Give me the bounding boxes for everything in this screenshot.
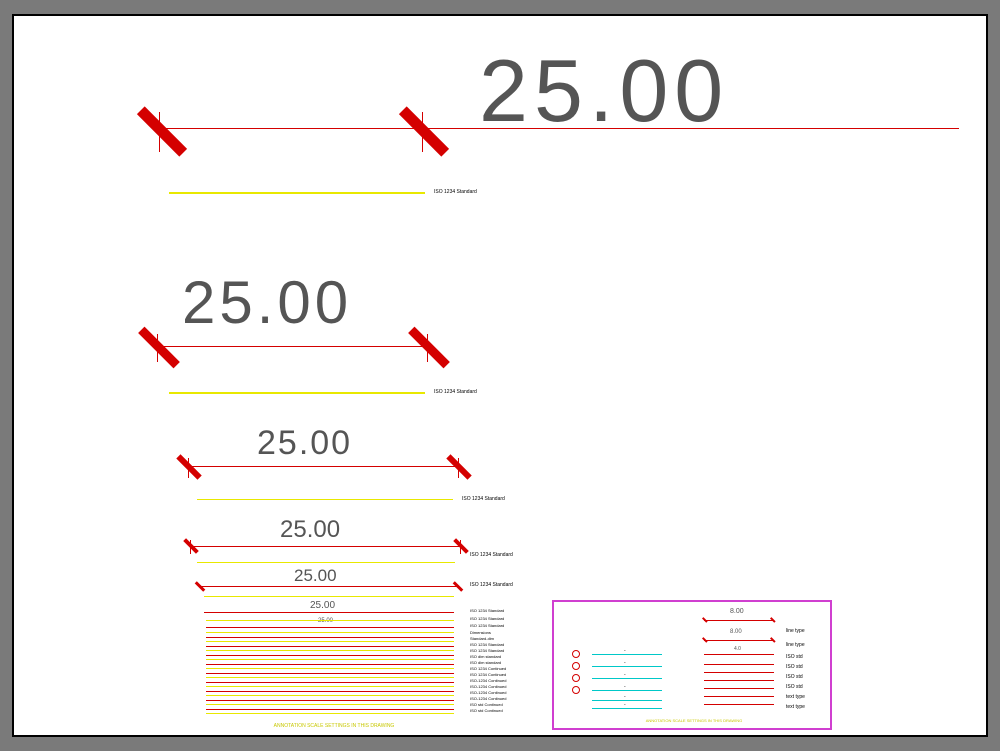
leg-dim2-line: [704, 640, 774, 641]
ref-line-6y: [204, 596, 454, 597]
ref-line-5y: [197, 562, 455, 563]
stack-label-15: ISO std Continued: [470, 708, 503, 713]
dim5-line: [200, 586, 458, 587]
dim1-value: 25.00: [479, 40, 729, 142]
dim3-line: [188, 466, 460, 467]
ref-label-3: ISO 1234 Standard: [462, 496, 505, 502]
leg-l-5: -: [624, 702, 626, 708]
ref-label-1: ISO 1234 Standard: [434, 189, 477, 195]
leg-badge-0: [572, 650, 580, 658]
legend-box: 8.00 8.00 4.0 line type line type ISO st…: [552, 600, 832, 730]
stack-label-3: Standard-dim: [470, 636, 494, 641]
dim3-tick-right: [446, 454, 471, 479]
leg-dim3-line: [704, 654, 774, 655]
dim7-value: 25.00: [318, 618, 333, 624]
ref-label-6: ISO 1234 Standard: [470, 608, 504, 613]
leg-dim1-line: [704, 620, 774, 621]
stack-label-12: ISO-1234 Continued: [470, 690, 506, 695]
stack-label-7: ISO dim standard: [470, 660, 501, 665]
leg-badge-1: [572, 662, 580, 670]
leg-r-7: text type: [786, 704, 805, 710]
stack-label-9: ISO 1234 Continued: [470, 672, 506, 677]
dim6-value: 25.00: [310, 600, 335, 611]
stack-label-14: ISO std Continued: [470, 702, 503, 707]
leg-dim2-text: 8.00: [730, 629, 742, 635]
footer-text: ANNOTATION SCALE SETTINGS IN THIS DRAWIN…: [254, 723, 414, 729]
stack-label-4: ISO 1234 Standard: [470, 642, 504, 647]
ref-line-1: [169, 192, 425, 194]
dim1-tick-right: [399, 106, 449, 156]
dim4-value: 25.00: [280, 516, 340, 544]
stack-label-0: ISO 1234 Standard: [470, 616, 504, 621]
ref-line-3: [197, 499, 453, 500]
leg-r-1: line type: [786, 642, 805, 648]
dim2-value: 25.00: [182, 268, 352, 337]
leg-r-6: text type: [786, 694, 805, 700]
leg-badge-2: [572, 674, 580, 682]
drawing-canvas: 25.00 ISO 1234 Standard 25.00 ISO 1234 S…: [12, 14, 988, 737]
leg-r-3: ISO std: [786, 664, 803, 670]
stack-label-13: ISO-1234 Continued: [470, 696, 506, 701]
stack-label-8: ISO 1234 Continued: [470, 666, 506, 671]
leg-r-0: line type: [786, 628, 805, 634]
dim3-value: 25.00: [257, 424, 352, 463]
leg-l-4: -: [624, 694, 626, 700]
stack-label-6: ISO dim standard: [470, 654, 501, 659]
dim2-tick-right: [408, 327, 450, 369]
leg-l-2: -: [624, 672, 626, 678]
stack-label-5: ISO 1234 Standard: [470, 648, 504, 653]
leg-badge-3: [572, 686, 580, 694]
dim1-tick-left: [137, 106, 187, 156]
stack-label-10: ISO-1234 Continued: [470, 678, 506, 683]
ref-line-2: [169, 392, 425, 394]
leg-dim3-text: 4.0: [734, 646, 741, 652]
ref-label-2: ISO 1234 Standard: [434, 389, 477, 395]
dim3-tick-left: [176, 454, 201, 479]
legend-footer: ANNOTATION SCALE SETTINGS IN THIS DRAWIN…: [624, 718, 764, 723]
leg-r-5: ISO std: [786, 684, 803, 690]
dim5-value: 25.00: [294, 566, 337, 586]
leg-r-4: ISO std: [786, 674, 803, 680]
dim6-line: [204, 612, 454, 613]
leg-l-3: -: [624, 684, 626, 690]
stack-label-2: Dimensions: [470, 630, 491, 635]
dim2-tick-left: [138, 327, 180, 369]
leg-l-0: -: [624, 648, 626, 654]
dim4-line: [190, 546, 462, 547]
ref-label-5: ISO 1234 Standard: [470, 582, 513, 588]
leg-dim1-text: 8.00: [730, 608, 744, 615]
leg-l-1: -: [624, 660, 626, 666]
dim2-line: [157, 346, 429, 347]
ref-label-4: ISO 1234 Standard: [470, 552, 513, 558]
stack-label-1: ISO 1234 Standard: [470, 623, 504, 628]
leg-r-2: ISO std: [786, 654, 803, 660]
stack-label-11: ISO-1234 Continued: [470, 684, 506, 689]
